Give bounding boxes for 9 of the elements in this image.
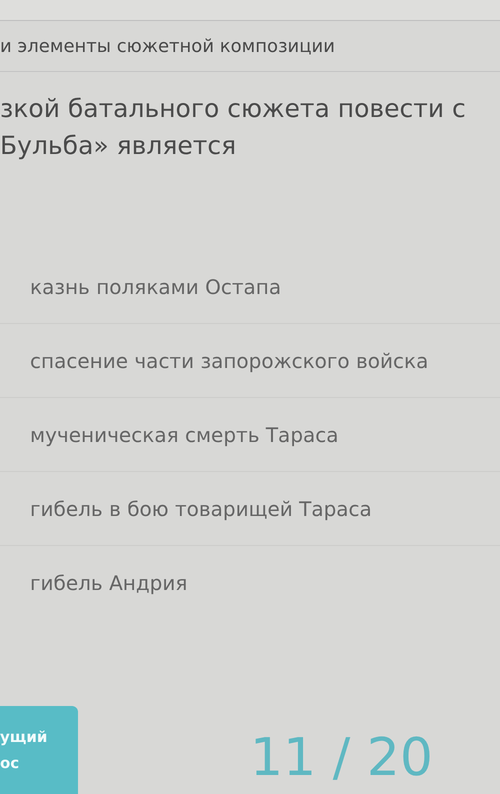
section-title: и элементы сюжетной композиции — [0, 36, 335, 56]
answer-option[interactable]: казнь поляками Остапа — [30, 274, 282, 298]
question-counter: 11 / 20 — [250, 728, 433, 788]
next-question-button[interactable]: ущий ос — [0, 706, 78, 794]
answer-option[interactable]: спасение части запорожского войска — [30, 348, 428, 372]
answer-option[interactable]: гибель в бою товарищей Тараса — [30, 496, 372, 520]
answer-option[interactable]: гибель Андрия — [30, 570, 188, 594]
question-text: зкой батального сюжета повести с Бульба» является — [0, 94, 466, 160]
answer-option[interactable]: мученическая смерть Тараса — [30, 422, 339, 446]
